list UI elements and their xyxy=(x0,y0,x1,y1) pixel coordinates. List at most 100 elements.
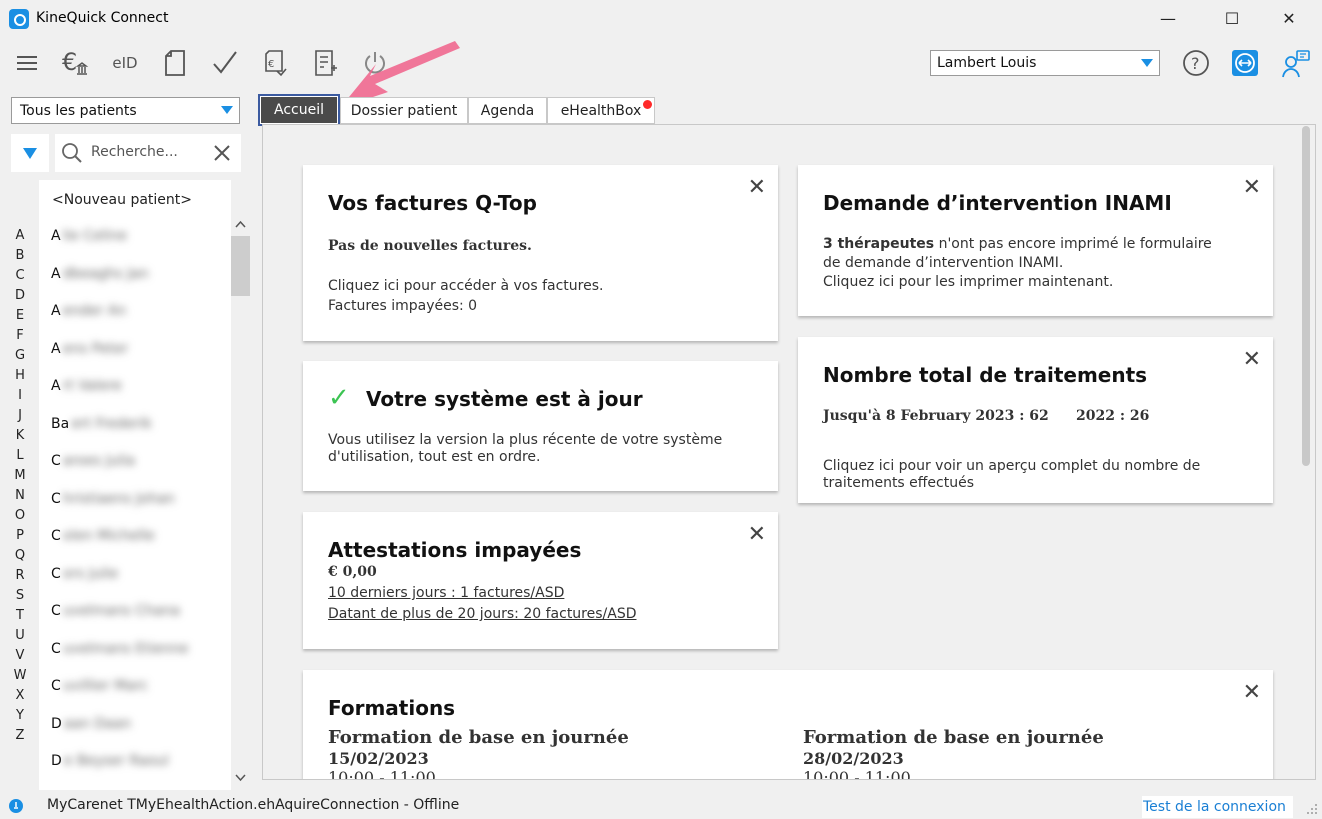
patient-list-item[interactable]: Aens Peter xyxy=(51,341,128,361)
card-inami[interactable]: Demande d’intervention INAMI ✕ 3 thérape… xyxy=(798,165,1273,316)
card-traitements[interactable]: Nombre total de traitements ✕ Jusqu'à 8 … xyxy=(798,337,1273,503)
alphabet-letter[interactable]: T xyxy=(12,608,28,628)
card-attestations[interactable]: Attestations impayées ✕ € 0,00 10 dernie… xyxy=(303,512,778,649)
alphabet-letter[interactable]: B xyxy=(12,248,28,268)
patient-list-item[interactable]: Adbeaghs Jan xyxy=(51,266,149,286)
search-input[interactable] xyxy=(91,144,201,160)
patient-initial: A xyxy=(51,303,61,319)
clear-search-icon[interactable] xyxy=(213,144,231,162)
euro-bank-icon[interactable]: € xyxy=(60,48,90,78)
card-factures[interactable]: Vos factures Q-Top ✕ Pas de nouvelles fa… xyxy=(303,165,778,341)
patient-list-item[interactable]: De Beyser Raoul xyxy=(51,753,169,773)
close-icon[interactable]: ✕ xyxy=(1243,347,1261,372)
check-icon[interactable] xyxy=(210,48,240,78)
link-plus-de-20-jours[interactable]: Datant de plus de 20 jours: 20 factures/… xyxy=(328,605,637,624)
alphabet-letter[interactable]: Q xyxy=(12,548,28,568)
alphabet-letter[interactable]: X xyxy=(12,688,28,708)
chevron-down-icon[interactable] xyxy=(235,774,246,782)
status-bar: MyCarenet TMyEhealthAction.ehAquireConne… xyxy=(0,792,1322,819)
app-logo-icon xyxy=(9,9,29,29)
alphabet-letter[interactable]: O xyxy=(12,508,28,528)
alphabet-letter[interactable]: Z xyxy=(12,728,28,748)
help-icon[interactable]: ? xyxy=(1182,49,1210,77)
alphabet-letter[interactable]: K xyxy=(12,428,28,448)
check-icon: ✓ xyxy=(328,383,350,413)
alphabet-letter[interactable]: C xyxy=(12,268,28,288)
close-icon[interactable]: ✕ xyxy=(748,522,766,547)
close-icon[interactable]: ✕ xyxy=(1243,175,1261,200)
alphabet-letter[interactable]: N xyxy=(12,488,28,508)
formation-name[interactable]: Formation de base en journée xyxy=(328,728,629,748)
patient-list-item[interactable]: Ba ert Frederik xyxy=(51,416,152,436)
tab-dossier-patient[interactable]: Dossier patient xyxy=(340,97,468,124)
minimize-button[interactable]: — xyxy=(1145,0,1191,38)
close-window-button[interactable]: ✕ xyxy=(1266,0,1312,38)
alphabet-letter[interactable]: M xyxy=(12,468,28,488)
close-icon[interactable]: ✕ xyxy=(748,175,766,200)
alphabet-letter[interactable]: R xyxy=(12,568,28,588)
patient-initial: A xyxy=(51,378,61,394)
patient-list-item[interactable]: Art Valere xyxy=(51,378,122,398)
alphabet-letter[interactable]: H xyxy=(12,368,28,388)
alphabet-letter[interactable]: U xyxy=(12,628,28,648)
patient-list-item[interactable]: Cors Julie xyxy=(51,566,118,586)
patient-list-item[interactable]: Cuvillier Marc xyxy=(51,678,148,698)
alphabet-letter[interactable]: G xyxy=(12,348,28,368)
alphabet-letter[interactable]: D xyxy=(12,288,28,308)
patient-list-scrollbar[interactable] xyxy=(231,216,250,790)
alphabet-letter[interactable]: J xyxy=(12,408,28,428)
alphabet-letter[interactable]: I xyxy=(12,388,28,408)
patient-name-blurred: uvillier Marc xyxy=(62,678,149,694)
card-systeme[interactable]: ✓ Votre système est à jour Vous utilisez… xyxy=(303,361,778,491)
fit-width-icon[interactable] xyxy=(1231,49,1259,77)
alphabet-letter[interactable]: P xyxy=(12,528,28,548)
toolbar: € eID € Lambert Louis ? xyxy=(0,38,1322,108)
alphabet-letter[interactable]: W xyxy=(12,668,28,688)
link-10-derniers-jours[interactable]: 10 derniers jours : 1 factures/ASD xyxy=(328,584,564,603)
patient-initial: A xyxy=(51,340,61,357)
card-formations[interactable]: Formations ✕ Formation de base en journé… xyxy=(303,670,1273,779)
formation-name[interactable]: Formation de base en journée xyxy=(803,728,1104,748)
resize-grip-icon[interactable] xyxy=(1306,803,1318,815)
new-patient-item[interactable]: <Nouveau patient> xyxy=(52,192,192,208)
patient-initial: C xyxy=(51,453,61,469)
alphabet-letter[interactable]: F xyxy=(12,328,28,348)
filter-toggle-button[interactable] xyxy=(11,134,49,172)
patient-filter-select[interactable]: Tous les patients xyxy=(11,97,240,124)
patient-list-item[interactable]: Daan Daan xyxy=(51,716,131,736)
patient-initial: C xyxy=(51,528,61,544)
patient-list-item[interactable]: Cuvelmans Chana xyxy=(51,603,180,623)
scrollbar-thumb[interactable] xyxy=(231,236,250,296)
certificate-icon[interactable]: € xyxy=(260,48,290,78)
scrollbar-thumb[interactable] xyxy=(1302,126,1310,466)
patient-list-item[interactable]: Aender An xyxy=(51,303,126,323)
support-chat-icon[interactable] xyxy=(1281,49,1310,78)
maximize-button[interactable]: ☐ xyxy=(1209,0,1255,38)
content-scrollbar[interactable] xyxy=(1300,126,1312,776)
tab-ehealthbox[interactable]: eHealthBox xyxy=(547,97,655,124)
patient-list-item[interactable]: Cuvelmans Etienne xyxy=(51,641,188,661)
chevron-up-icon[interactable] xyxy=(235,220,246,228)
tab-accueil[interactable]: Accueil xyxy=(258,94,340,126)
alphabet-letter[interactable]: A xyxy=(12,228,28,248)
close-icon[interactable]: ✕ xyxy=(1243,680,1261,705)
eid-icon[interactable]: eID xyxy=(110,48,140,78)
document-icon[interactable] xyxy=(160,48,190,78)
therapist-select[interactable]: Lambert Louis xyxy=(930,50,1160,76)
alphabet-letter[interactable]: L xyxy=(12,448,28,468)
connection-status-icon xyxy=(9,799,23,813)
patient-name-blurred: aroes Julia xyxy=(62,453,136,469)
patient-initial: A xyxy=(51,228,61,244)
alphabet-letter[interactable]: V xyxy=(12,648,28,668)
alphabet-letter[interactable]: S xyxy=(12,588,28,608)
patient-list-item[interactable]: Colen Michelle xyxy=(51,528,155,548)
patient-initial: C xyxy=(51,565,61,582)
alphabet-letter[interactable]: E xyxy=(12,308,28,328)
alphabet-letter[interactable]: Y xyxy=(12,708,28,728)
tab-agenda[interactable]: Agenda xyxy=(468,97,547,124)
patient-list-item[interactable]: Caroes Julia xyxy=(51,453,135,473)
patient-list-item[interactable]: Christiaens Johan xyxy=(51,491,175,511)
test-connection-link[interactable]: Test de la connexion xyxy=(1142,796,1293,818)
patient-list-item[interactable]: Alie Celine xyxy=(51,228,127,248)
menu-icon[interactable] xyxy=(12,48,42,78)
